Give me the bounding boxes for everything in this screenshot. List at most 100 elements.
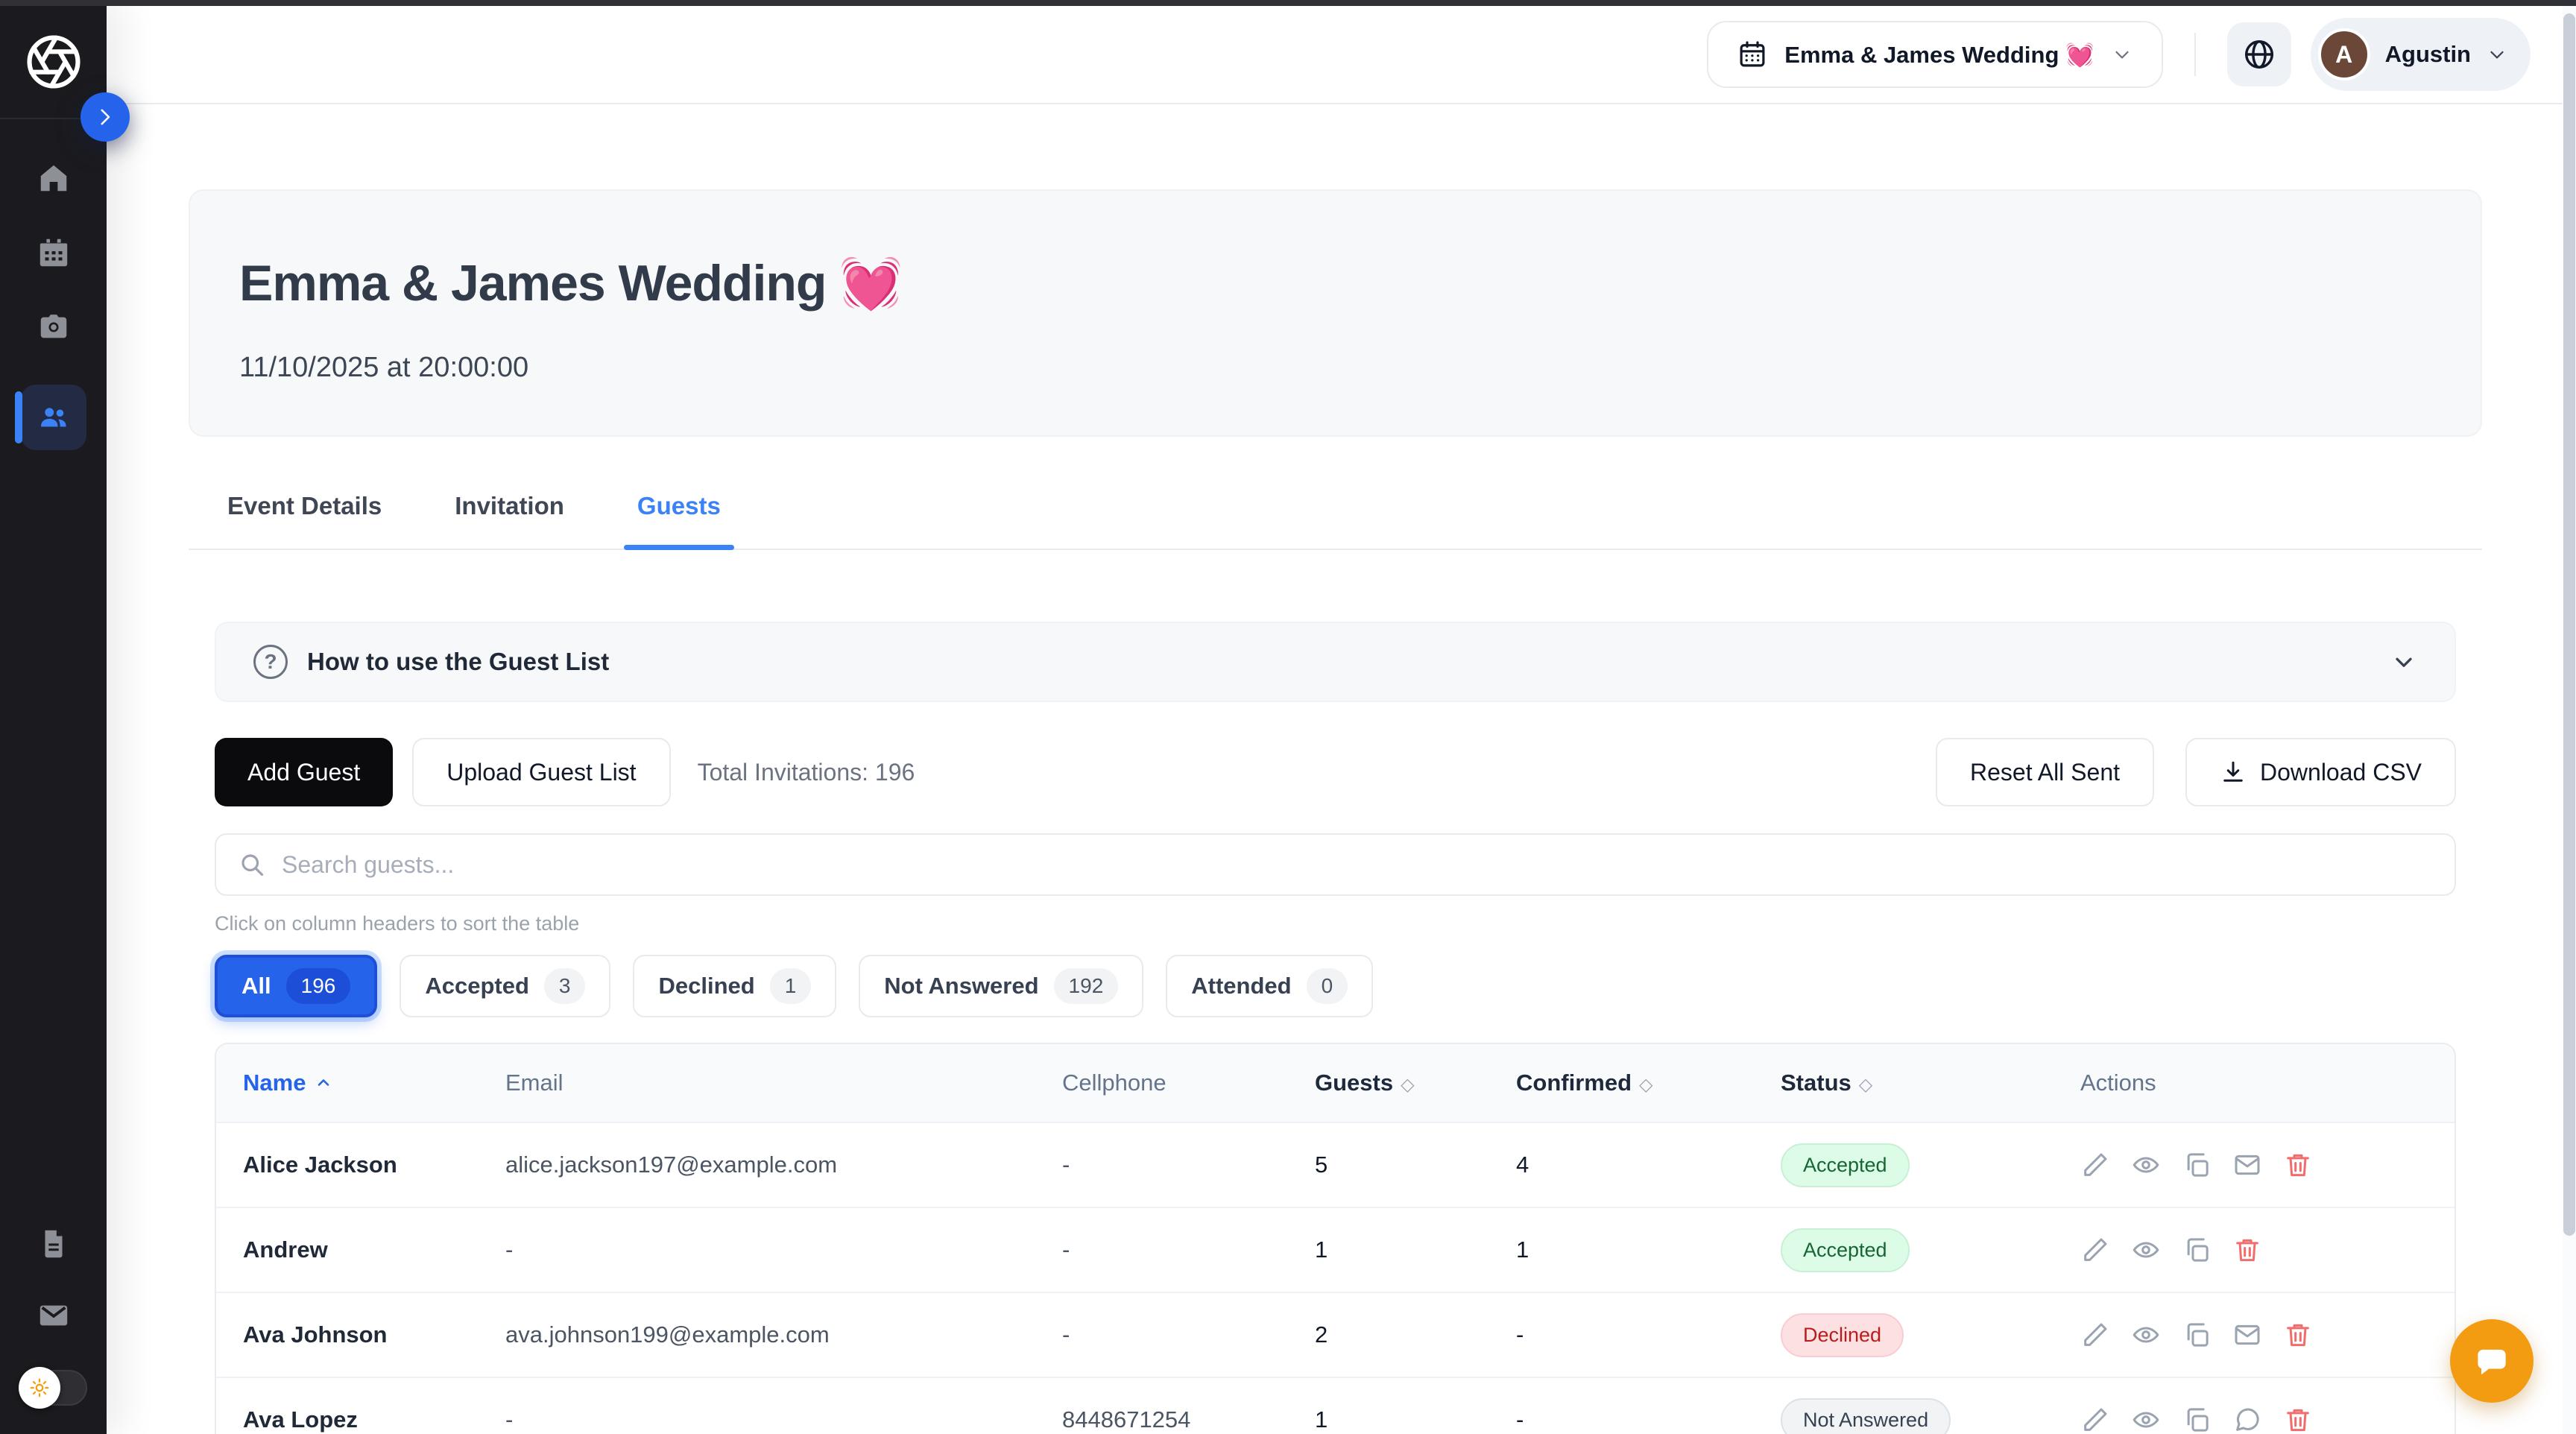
tab-event-details[interactable]: Event Details [227, 492, 382, 549]
app-logo-aperture-icon[interactable] [23, 31, 84, 92]
add-guest-button[interactable]: Add Guest [215, 738, 393, 806]
reset-all-sent-button[interactable]: Reset All Sent [1936, 738, 2154, 806]
avatar: A [2318, 28, 2370, 80]
guest-count: 5 [1301, 1152, 1503, 1178]
guest-table: Name Email Cellphone Guests◇ Confirmed◇ … [215, 1043, 2456, 1434]
status-badge: Not Answered [1781, 1398, 1951, 1434]
edit-action-button[interactable] [2080, 1235, 2110, 1265]
scrollbar-thumb[interactable] [2563, 13, 2575, 1236]
theme-toggle[interactable] [20, 1370, 87, 1406]
edit-action-button[interactable] [2080, 1405, 2110, 1434]
sidebar-item-documents[interactable] [0, 1227, 107, 1261]
row-actions [2067, 1405, 2455, 1434]
guest-search [215, 833, 2456, 896]
guest-count: 1 [1301, 1236, 1503, 1263]
mail-action-button[interactable] [2232, 1320, 2262, 1350]
sort-icon: ◇ [1401, 1075, 1414, 1095]
camera-icon [37, 310, 71, 344]
column-header-confirmed[interactable]: Confirmed◇ [1503, 1070, 1767, 1096]
language-globe-button[interactable] [2227, 22, 2291, 86]
view-action-button[interactable] [2131, 1320, 2161, 1350]
guest-email: alice.jackson197@example.com [492, 1152, 1049, 1178]
copy-action-button[interactable] [2182, 1150, 2212, 1180]
filter-declined[interactable]: Declined 1 [633, 955, 836, 1017]
delete-action-button[interactable] [2283, 1405, 2313, 1434]
table-row[interactable]: Ava Johnson ava.johnson199@example.com -… [216, 1292, 2455, 1377]
view-action-button[interactable] [2131, 1405, 2161, 1434]
sidebar-nav [0, 161, 107, 450]
page-scrollbar[interactable] [2563, 6, 2576, 1434]
filter-accepted[interactable]: Accepted 3 [400, 955, 610, 1017]
view-action-button[interactable] [2131, 1150, 2161, 1180]
guest-cellphone: - [1049, 1236, 1301, 1263]
event-selector-label: Emma & James Wedding [1784, 42, 2059, 68]
guest-email: - [492, 1236, 1049, 1263]
column-header-cellphone[interactable]: Cellphone [1049, 1070, 1301, 1096]
window-top-edge [0, 0, 2576, 6]
upload-guest-list-button[interactable]: Upload Guest List [412, 738, 670, 806]
delete-action-button[interactable] [2283, 1320, 2313, 1350]
chevron-down-icon [2390, 648, 2417, 675]
column-header-email[interactable]: Email [492, 1070, 1049, 1096]
table-body: Alice Jackson alice.jackson197@example.c… [216, 1122, 2455, 1434]
chat-fab-button[interactable] [2450, 1319, 2534, 1403]
column-header-status[interactable]: Status◇ [1767, 1070, 2067, 1096]
status-badge: Accepted [1781, 1143, 1910, 1187]
sort-icon: ◇ [1859, 1075, 1872, 1095]
guest-name: Alice Jackson [230, 1152, 492, 1178]
filter-all[interactable]: All 196 [215, 955, 377, 1017]
copy-action-button[interactable] [2182, 1235, 2212, 1265]
sun-icon [28, 1377, 51, 1399]
delete-action-button[interactable] [2283, 1150, 2313, 1180]
event-header-card: Emma & James Wedding 💓 11/10/2025 at 20:… [189, 189, 2482, 437]
mail-action-button[interactable] [2232, 1150, 2262, 1180]
filter-count-badge: 1 [770, 968, 812, 1004]
column-header-name[interactable]: Name [230, 1070, 492, 1096]
guest-name: Andrew [230, 1236, 492, 1263]
help-label: How to use the Guest List [307, 648, 609, 676]
sidebar-item-messages[interactable] [0, 1298, 107, 1333]
row-actions [2067, 1150, 2455, 1180]
tab-guests[interactable]: Guests [637, 492, 721, 549]
globe-icon [2242, 37, 2276, 72]
table-row[interactable]: Andrew - - 1 1 Accepted [216, 1207, 2455, 1292]
copy-action-button[interactable] [2182, 1405, 2212, 1434]
guest-cellphone: - [1049, 1152, 1301, 1178]
delete-action-button[interactable] [2232, 1235, 2262, 1265]
chat-action-button[interactable] [2232, 1405, 2262, 1434]
chevron-right-icon [92, 104, 118, 130]
sidebar-item-home[interactable] [0, 161, 107, 195]
guest-confirmed-count: 4 [1503, 1152, 1767, 1178]
edit-action-button[interactable] [2080, 1150, 2110, 1180]
sidebar-item-photos[interactable] [0, 310, 107, 344]
document-icon [37, 1227, 71, 1261]
sidebar-bottom [0, 1227, 107, 1406]
guest-cellphone: - [1049, 1321, 1301, 1348]
guest-count: 1 [1301, 1406, 1503, 1433]
sidebar-item-events[interactable] [0, 236, 107, 270]
user-menu[interactable]: A Agustin [2311, 18, 2531, 91]
help-icon: ? [253, 645, 288, 679]
filter-not-answered[interactable]: Not Answered 192 [859, 955, 1143, 1017]
sidebar-item-guests[interactable] [0, 385, 107, 450]
status-badge: Declined [1781, 1313, 1904, 1357]
column-header-guests[interactable]: Guests◇ [1301, 1070, 1503, 1096]
tab-invitation[interactable]: Invitation [455, 492, 564, 549]
copy-action-button[interactable] [2182, 1320, 2212, 1350]
guest-email: - [492, 1406, 1049, 1433]
search-input[interactable] [282, 851, 2432, 879]
guest-toolbar: Add Guest Upload Guest List Total Invita… [215, 738, 2456, 806]
table-row[interactable]: Alice Jackson alice.jackson197@example.c… [216, 1122, 2455, 1207]
sort-ascending-icon [315, 1074, 332, 1092]
download-csv-button[interactable]: Download CSV [2185, 738, 2456, 806]
event-selector-dropdown[interactable]: Emma & James Wedding 💓 [1707, 21, 2162, 88]
edit-action-button[interactable] [2080, 1320, 2110, 1350]
calendar-icon [37, 236, 71, 270]
filter-count-badge: 196 [286, 968, 351, 1004]
view-action-button[interactable] [2131, 1235, 2161, 1265]
guest-list-help-accordion[interactable]: ? How to use the Guest List [215, 622, 2456, 702]
filter-attended[interactable]: Attended 0 [1166, 955, 1373, 1017]
sidebar-expand-button[interactable] [80, 92, 130, 142]
table-row[interactable]: Ava Lopez - 8448671254 1 - Not Answered [216, 1377, 2455, 1434]
home-icon [37, 161, 71, 195]
